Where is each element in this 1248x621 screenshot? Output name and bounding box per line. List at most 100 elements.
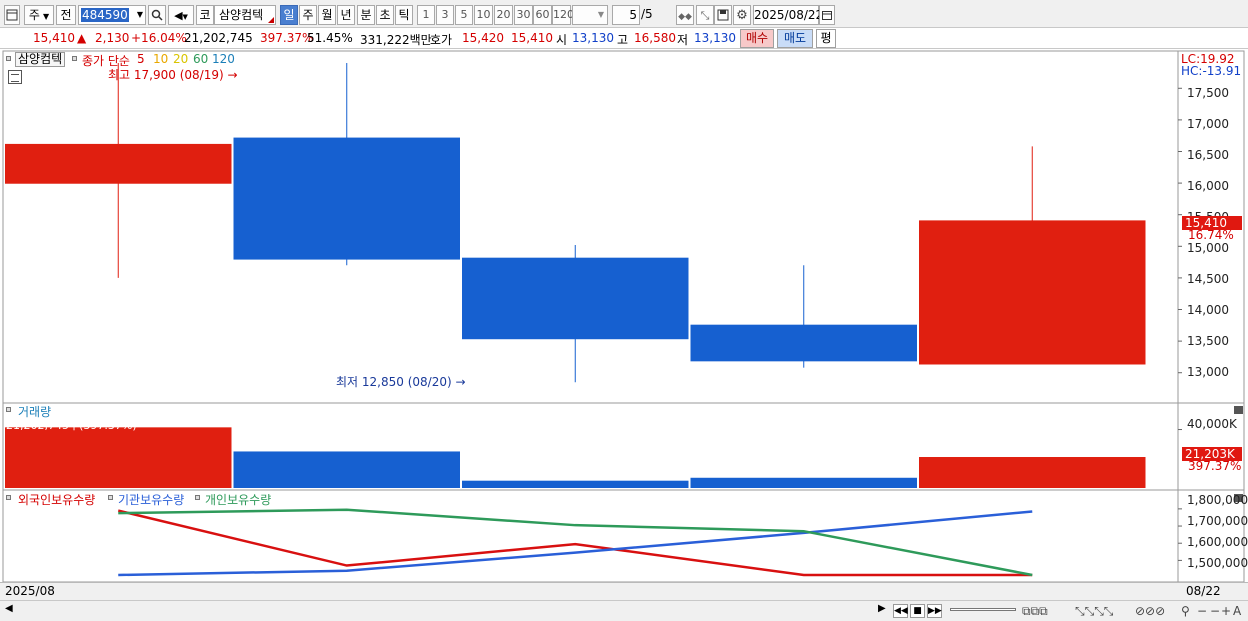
ask-price: 15,420	[462, 31, 504, 45]
market-button[interactable]: 코	[196, 5, 214, 25]
foreign-holdings-line	[117, 509, 1033, 577]
period-year-button[interactable]: 년	[337, 5, 355, 25]
scroll-toolbar: ◀ ▶ ◀◀ ■ ▶▶ ⧉⧉⧉ ⤡⤡⤡⤡ ⊘⊘⊘ ⚲ − − + A	[0, 600, 1248, 621]
price-change: 2,130	[95, 31, 130, 45]
period-second-button[interactable]: 초	[376, 5, 394, 25]
volume-bar	[919, 457, 1146, 488]
interval-60-button[interactable]: 60	[533, 5, 552, 25]
price-change-pct: +16.04%	[131, 31, 187, 45]
legend-institution[interactable]: 기관보유수량	[118, 491, 184, 508]
next-page-icon[interactable]: ▶▶	[927, 604, 942, 618]
layout-icon[interactable]	[4, 5, 20, 25]
chevron-down-icon: ▼	[597, 10, 604, 19]
period-week-button[interactable]: 주	[299, 5, 317, 25]
interval-120-button[interactable]: 120	[552, 5, 574, 25]
speaker-icon[interactable]: ◀▼	[168, 5, 194, 25]
page-count-input[interactable]: 5	[612, 5, 640, 25]
low-price: 13,130	[694, 31, 736, 45]
chart-area[interactable]: 삼양컴텍 종가 단순 5 10 20 60 120 LC:19.92 HC:-1…	[0, 50, 1248, 602]
holdings-tick: 1,800,000	[1187, 493, 1248, 507]
stock-code-value: 484590	[81, 8, 129, 22]
scroll-right-icon[interactable]: ▶	[878, 603, 886, 614]
panel-handle-icon[interactable]	[6, 495, 11, 500]
low-label: 저	[677, 33, 689, 47]
period-tick-button[interactable]: 틱	[395, 5, 413, 25]
end-date-label: 08/22	[1186, 584, 1221, 598]
quote-info-row: 15,410 ▲ 2,130 +16.04% 21,202,745 397.37…	[0, 29, 1248, 49]
price-tick: 13,000	[1187, 365, 1229, 379]
period-minute-button[interactable]: 분	[357, 5, 375, 25]
zoom-out-icon[interactable]: −	[1197, 604, 1207, 618]
price-tick: 14,000	[1187, 303, 1229, 317]
holdings-tick: 1,500,000	[1187, 556, 1248, 570]
interval-3-button[interactable]: 3	[436, 5, 454, 25]
stock-name-field[interactable]: 삼양컴텍	[214, 5, 276, 25]
interval-20-button[interactable]: 20	[494, 5, 513, 25]
chart-canvas[interactable]	[0, 50, 1248, 602]
panel-handle-icon[interactable]	[108, 495, 113, 500]
first-page-icon[interactable]: ◀◀	[893, 604, 908, 618]
interval-5-button[interactable]: 5	[455, 5, 473, 25]
font-size-icon[interactable]: A	[1233, 604, 1241, 618]
prev-button[interactable]: 전	[56, 5, 76, 25]
legend-stock-name[interactable]: 삼양컴텍	[15, 52, 66, 67]
eval-button[interactable]: 평	[816, 29, 836, 48]
volume-ratio: 397.37%	[260, 31, 314, 45]
candle-body	[233, 137, 460, 260]
panel-handle-icon[interactable]	[72, 56, 77, 61]
search-icon[interactable]	[148, 5, 166, 25]
trade-amount: 331,222백만	[360, 33, 432, 47]
candle-body	[5, 143, 232, 184]
candle-body	[690, 324, 917, 362]
zoom-icon[interactable]: ⚲	[1181, 604, 1190, 618]
legend-ma120[interactable]: 120	[212, 52, 235, 66]
legend-ma10[interactable]: 10	[153, 52, 168, 66]
stock-code-input[interactable]: 484590 ▼	[78, 5, 146, 25]
period-day-button[interactable]: 일	[280, 5, 298, 25]
legend-individual[interactable]: 개인보유수량	[205, 491, 271, 508]
bid-price: 15,410	[511, 31, 553, 45]
legend-foreign[interactable]: 외국인보유수량	[18, 491, 95, 508]
zoom-in-icon[interactable]: +	[1221, 604, 1231, 618]
interval-30-button[interactable]: 30	[514, 5, 533, 25]
calendar-icon[interactable]	[819, 5, 835, 25]
gear-icon[interactable]: ⚙	[733, 5, 751, 25]
period-unit-select[interactable]: 주 ▼	[24, 5, 54, 25]
legend-ma60[interactable]: 60	[193, 52, 208, 66]
close-panel-icon[interactable]	[1234, 406, 1243, 414]
volume-bar	[462, 480, 689, 488]
date-input[interactable]: 2025/08/22	[753, 5, 823, 25]
up-arrow-icon: ▲	[77, 31, 87, 45]
save-icon[interactable]	[714, 5, 732, 25]
price-tick: 17,500	[1187, 86, 1229, 100]
high-label: 고	[617, 33, 629, 47]
holdings-tick: 1,700,000	[1187, 514, 1248, 528]
turnover-ratio: 51.45%	[307, 31, 353, 45]
volume-bar	[690, 477, 917, 488]
drawing-tools-icon[interactable]: ⤡⤡⤡⤡	[1075, 604, 1113, 619]
hoga-label: 호가	[430, 33, 453, 47]
chevron-down-icon: ▼	[42, 12, 50, 21]
interval-1-button[interactable]: 1	[417, 5, 435, 25]
period-month-button[interactable]: 월	[318, 5, 336, 25]
low-annotation-text: 최저 12,850 (08/20)	[336, 375, 452, 389]
custom-interval-select[interactable]: ▼	[572, 5, 608, 25]
sell-button[interactable]: 매도	[777, 29, 813, 48]
buy-button[interactable]: 매수	[740, 29, 774, 48]
minus-icon[interactable]: −	[1210, 604, 1220, 618]
magnet-icon[interactable]: ⊘⊘⊘	[1135, 604, 1165, 618]
chart-tools-icon[interactable]: ⧉⧉⧉	[1022, 604, 1048, 619]
scroll-left-icon[interactable]: ◀	[5, 603, 13, 614]
legend-ma20[interactable]: 20	[173, 52, 188, 66]
volume-tick: 40,000K	[1187, 417, 1237, 431]
data-table-icon[interactable]	[8, 70, 22, 84]
stop-icon[interactable]: ■	[910, 604, 925, 618]
panel-handle-icon[interactable]	[6, 407, 11, 412]
compare-icon[interactable]: ◆◆	[676, 5, 694, 25]
zoom-slider[interactable]	[950, 608, 1016, 611]
legend-ma5[interactable]: 5	[137, 52, 145, 66]
draw-icon[interactable]: ⤡	[696, 5, 714, 25]
panel-handle-icon[interactable]	[195, 495, 200, 500]
panel-handle-icon[interactable]	[6, 56, 11, 61]
interval-10-button[interactable]: 10	[474, 5, 493, 25]
